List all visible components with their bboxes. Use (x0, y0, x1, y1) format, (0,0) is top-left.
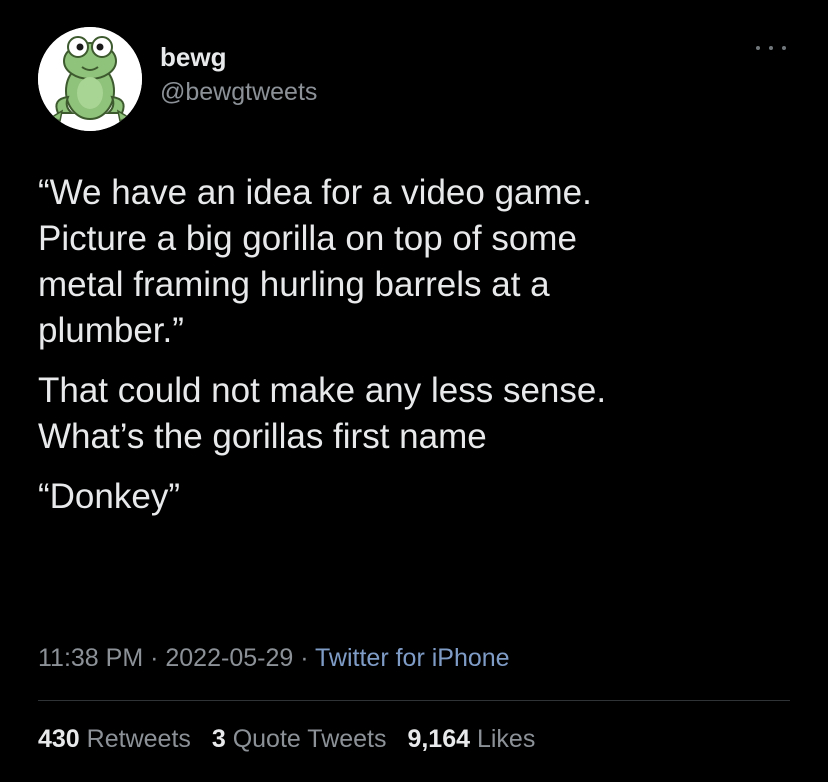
divider (38, 700, 790, 701)
likes-stat[interactable]: 9,164 Likes (407, 725, 535, 753)
tweet-line: plumber.” (38, 311, 184, 350)
retweets-count: 430 (38, 725, 80, 753)
tweet-paragraph: That could not make any less sense. What… (38, 368, 798, 460)
tweet-line: “We have an idea for a video game. (38, 173, 592, 212)
tweet-paragraph: “We have an idea for a video game. Pictu… (38, 170, 798, 354)
user-handle[interactable]: @bewgtweets (160, 77, 317, 107)
tweet-line: metal framing hurling barrels at a (38, 265, 550, 304)
quote-tweets-label: Quote Tweets (232, 725, 387, 753)
tweet-card: bewg @bewgtweets “We have an idea for a … (0, 0, 828, 782)
display-name[interactable]: bewg (160, 42, 226, 72)
likes-count: 9,164 (407, 725, 471, 753)
tweet-paragraph: “Donkey” (38, 474, 798, 520)
tweet-text: “We have an idea for a video game. Pictu… (38, 170, 798, 520)
tweet-meta: 11:38 PM · 2022-05-29 · Twitter for iPho… (38, 641, 510, 675)
meta-separator: · (293, 644, 316, 672)
tweet-line: That could not make any less sense. (38, 371, 607, 410)
meta-separator: · (143, 644, 166, 672)
likes-label: Likes (476, 725, 536, 753)
retweets-label: Retweets (86, 725, 191, 753)
quote-tweets-stat[interactable]: 3 Quote Tweets (212, 725, 387, 753)
frog-avatar-icon[interactable] (38, 27, 142, 131)
more-options-icon[interactable] (756, 38, 786, 58)
tweet-line: What’s the gorillas first name (38, 417, 487, 456)
tweet-date[interactable]: 2022-05-29 (165, 644, 293, 672)
tweet-source-link[interactable]: Twitter for iPhone (315, 644, 510, 672)
retweets-stat[interactable]: 430 Retweets (38, 725, 191, 753)
quote-tweets-count: 3 (211, 725, 226, 753)
tweet-stats: 430 Retweets 3 Quote Tweets 9,164 Likes (38, 722, 549, 756)
tweet-line: Picture a big gorilla on top of some (38, 219, 577, 258)
tweet-line: “Donkey” (38, 477, 180, 516)
tweet-time[interactable]: 11:38 PM (38, 644, 143, 672)
